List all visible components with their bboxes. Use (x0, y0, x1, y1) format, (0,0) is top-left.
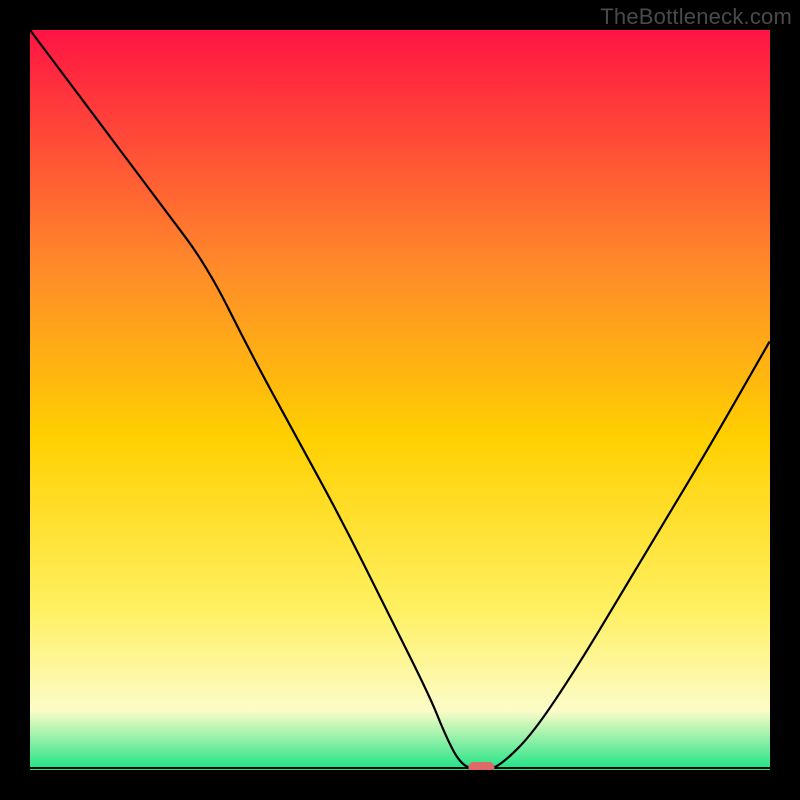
optimal-marker (468, 762, 494, 770)
watermark-text: TheBottleneck.com (600, 4, 792, 30)
plot-area (30, 30, 770, 770)
gradient-background (30, 30, 770, 770)
chart-svg (30, 30, 770, 770)
chart-frame: TheBottleneck.com (0, 0, 800, 800)
